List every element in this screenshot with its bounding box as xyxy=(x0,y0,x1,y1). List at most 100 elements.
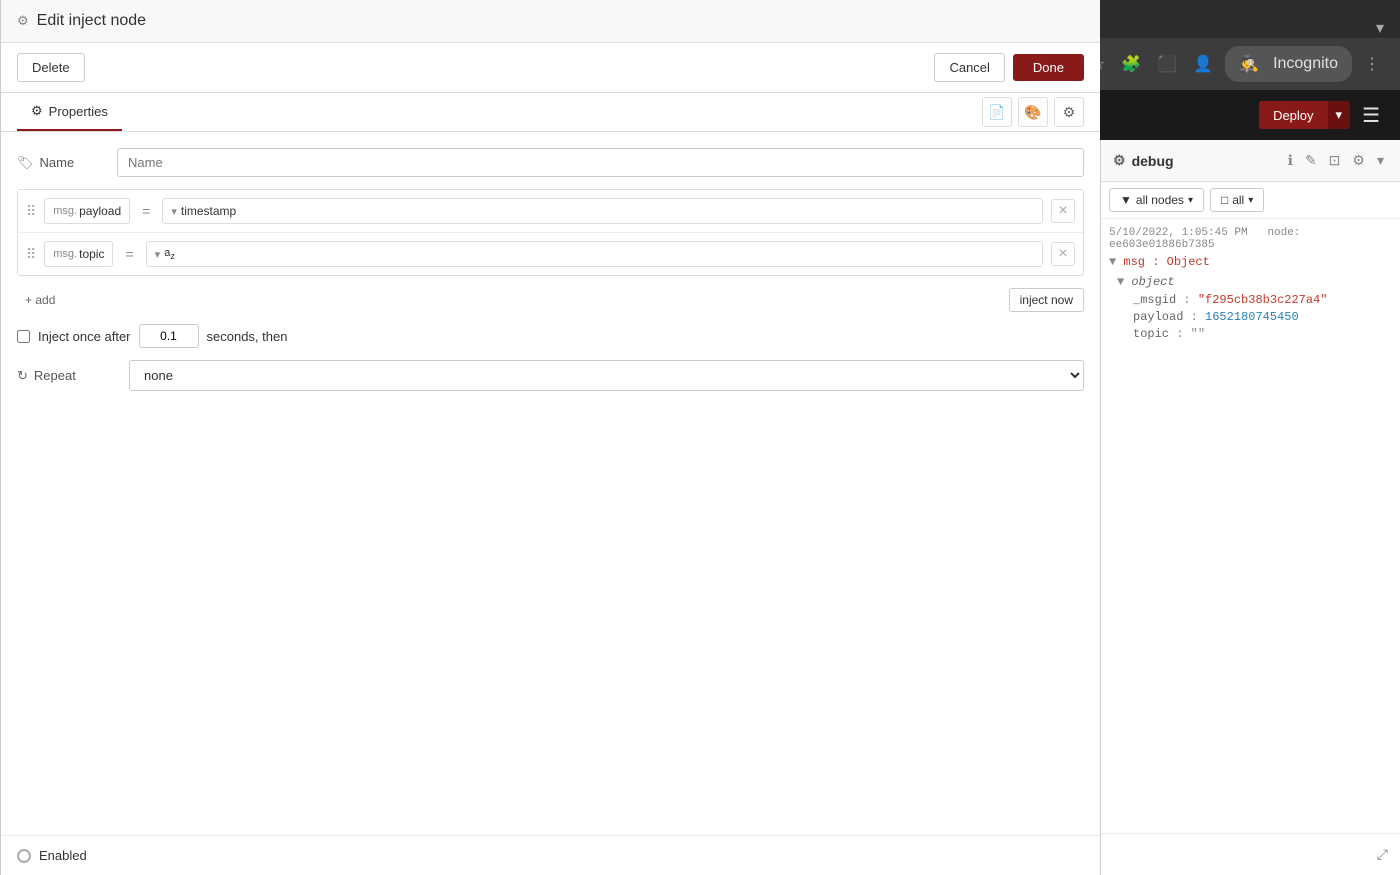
prop1-value-text: timestamp xyxy=(181,204,1034,218)
debug-gear-icon: ⚙ xyxy=(1113,152,1126,169)
extensions-icon[interactable]: 🧩 xyxy=(1117,50,1145,78)
right-panel-content: 5/10/2022, 1:05:45 PM node: ee603e01886b… xyxy=(1101,219,1400,833)
add-inject-row: + add inject now xyxy=(17,288,1084,312)
inject-once-label: Inject once after xyxy=(38,329,131,344)
add-property-button[interactable]: + add xyxy=(17,289,63,311)
object-properties: _msgid : "f295cb38b3c227a4" payload : 16… xyxy=(1133,293,1392,341)
tab-menu-button[interactable]: ▾ xyxy=(1368,18,1392,38)
panel-collapse-icon[interactable]: ▾ xyxy=(1373,148,1388,173)
enabled-radio[interactable] xyxy=(17,849,31,863)
deploy-wrap: Deploy ▾ xyxy=(1259,101,1350,129)
prop1-drag-handle[interactable]: ⠿ xyxy=(26,203,36,220)
all-filter-icon: □ xyxy=(1221,193,1228,207)
dialog-content: 🏷 Name ⠿ msg. payload = xyxy=(1,140,1100,835)
browser-menu-button[interactable]: ⋮ xyxy=(1360,50,1384,78)
all-filter-arrow: ▾ xyxy=(1248,195,1253,206)
enabled-row: Enabled xyxy=(1,835,1100,875)
info-icon[interactable]: ℹ xyxy=(1284,148,1297,173)
property-row-2: ⠿ msg. topic = ▾ az × xyxy=(18,233,1083,275)
right-panel-title: ⚙ debug xyxy=(1113,152,1284,169)
property-table: ⠿ msg. payload = ▾ timestamp × xyxy=(17,189,1084,276)
settings-icon[interactable]: ⚙ xyxy=(1348,148,1369,173)
msgid-colon: : xyxy=(1183,293,1197,307)
msgid-value: "f295cb38b3c227a4" xyxy=(1198,293,1328,307)
repeat-label-text: Repeat xyxy=(34,368,76,383)
object-type-label: object xyxy=(1131,275,1174,289)
prop2-type-arrow[interactable]: ▾ xyxy=(155,248,161,261)
inject-once-checkbox[interactable] xyxy=(17,330,30,343)
deploy-dropdown-button[interactable]: ▾ xyxy=(1328,101,1351,129)
prop2-value[interactable]: ▾ az xyxy=(146,241,1043,267)
prop1-value[interactable]: ▾ timestamp xyxy=(162,198,1043,224)
prop2-msg-prefix: msg. xyxy=(53,248,77,260)
edit-inject-dialog: ⚙ Edit inject node Delete Cancel Done ⚙ … xyxy=(0,140,1100,875)
name-label-text: Name xyxy=(40,155,75,170)
edit-icon[interactable]: ✎ xyxy=(1301,148,1321,173)
right-panel-filter: ▼ all nodes ▾ □ all ▾ xyxy=(1101,182,1400,219)
prop2-drag-handle[interactable]: ⠿ xyxy=(26,246,36,263)
msgid-row: _msgid : "f295cb38b3c227a4" xyxy=(1133,293,1392,307)
prop2-key-name: topic xyxy=(79,247,104,261)
right-panel: ⚙ debug ℹ ✎ ⊡ ⚙ ▾ ▼ all nodes ▾ xyxy=(1100,140,1400,875)
prop1-msg-prefix: msg. xyxy=(53,205,77,217)
all-nodes-filter-button[interactable]: ▼ all nodes ▾ xyxy=(1109,188,1204,212)
right-panel-bottom: ⤢ xyxy=(1101,833,1400,875)
payload-colon: : xyxy=(1191,310,1205,324)
topic-row: topic : "" xyxy=(1133,327,1392,341)
name-input[interactable] xyxy=(117,148,1084,177)
name-tag-icon: 🏷 xyxy=(17,155,34,171)
inject-seconds-label: seconds, then xyxy=(207,329,288,344)
hamburger-menu-button[interactable]: ☰ xyxy=(1358,99,1384,132)
all-filter-label: all xyxy=(1232,193,1244,207)
prop1-key[interactable]: msg. payload xyxy=(44,198,130,224)
incognito-icon: 🕵 xyxy=(1235,50,1263,78)
prop1-delete-button[interactable]: × xyxy=(1051,199,1075,223)
topic-key: topic xyxy=(1133,327,1169,341)
payload-key: payload xyxy=(1133,310,1183,324)
payload-row: payload : 1652180745450 xyxy=(1133,310,1392,324)
right-panel-icons: ℹ ✎ ⊡ ⚙ ▾ xyxy=(1284,148,1388,173)
inject-seconds-input[interactable] xyxy=(139,324,199,348)
debug-title: debug xyxy=(1132,153,1174,169)
prop2-delete-button[interactable]: × xyxy=(1051,242,1075,266)
profiles-icon[interactable]: 👤 xyxy=(1189,50,1217,78)
deploy-button[interactable]: Deploy xyxy=(1259,101,1327,129)
prop1-type-arrow[interactable]: ▾ xyxy=(171,205,177,218)
debug-object: ▼ object _msgid : "f295cb38b3c227a4" pay… xyxy=(1117,275,1392,341)
filter-dropdown-arrow: ▾ xyxy=(1188,195,1193,206)
expand-icon[interactable]: ⤢ xyxy=(1373,842,1392,867)
topic-colon: : xyxy=(1176,327,1190,341)
debug-timestamp: 5/10/2022, 1:05:45 PM node: ee603e01886b… xyxy=(1109,227,1392,251)
repeat-label: ↻ Repeat xyxy=(17,368,117,384)
topic-value: "" xyxy=(1191,327,1205,341)
payload-value: 1652180745450 xyxy=(1205,310,1299,324)
prop2-key[interactable]: msg. topic xyxy=(44,241,113,267)
prop1-key-name: payload xyxy=(79,204,121,218)
name-row: 🏷 Name xyxy=(17,148,1084,177)
filter-label: all nodes xyxy=(1136,193,1184,207)
clear-icon[interactable]: ⊡ xyxy=(1325,148,1345,173)
name-label: 🏷 Name xyxy=(17,155,117,171)
debug-msg-type[interactable]: ▼ msg : Object xyxy=(1109,255,1392,269)
prop2-equals: = xyxy=(121,246,137,262)
repeat-icon: ↻ xyxy=(17,368,28,384)
filter-icon: ▼ xyxy=(1120,193,1132,207)
topbar-right: Deploy ▾ ☰ xyxy=(1259,99,1384,132)
object-arrow: ▼ xyxy=(1117,275,1124,289)
arrow-expand: ▼ xyxy=(1109,255,1116,269)
repeat-row: ↻ Repeat none xyxy=(17,360,1084,391)
inject-now-button[interactable]: inject now xyxy=(1009,288,1084,312)
all-messages-filter-button[interactable]: □ all ▾ xyxy=(1210,188,1264,212)
prop2-value-text: az xyxy=(164,247,1034,261)
browser-toolbar: ☆ 🧩 ⬛ 👤 🕵 Incognito ⋮ xyxy=(1087,46,1384,82)
inject-once-row: Inject once after seconds, then xyxy=(17,324,1084,348)
capture-icon[interactable]: ⬛ xyxy=(1153,50,1181,78)
object-label: ▼ object xyxy=(1117,275,1392,289)
repeat-select[interactable]: none xyxy=(129,360,1084,391)
incognito-button[interactable]: 🕵 Incognito xyxy=(1225,46,1352,82)
msgid-key: _msgid xyxy=(1133,293,1176,307)
prop1-equals: = xyxy=(138,203,154,219)
enabled-label: Enabled xyxy=(39,848,87,863)
timestamp-text: 5/10/2022, 1:05:45 PM xyxy=(1109,227,1248,239)
incognito-label: Incognito xyxy=(1269,51,1342,77)
